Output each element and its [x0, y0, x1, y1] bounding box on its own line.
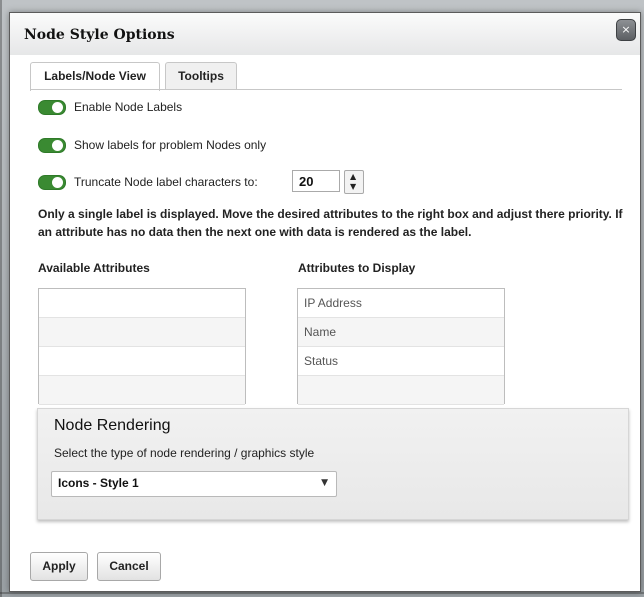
truncate-characters-spinner: 20 ▲ ▼	[292, 170, 364, 194]
close-icon: ×	[621, 23, 631, 36]
toggle-knob	[52, 101, 63, 113]
tab-tooltips[interactable]: Tooltips	[165, 62, 237, 90]
list-item[interactable]	[298, 376, 504, 405]
spinner-up-icon[interactable]: ▲	[350, 172, 356, 181]
problem-nodes-only-row: Show labels for problem Nodes only	[38, 137, 266, 153]
list-item[interactable]	[39, 289, 245, 318]
node-rendering-subtext: Select the type of node rendering / grap…	[54, 446, 315, 460]
rendering-style-value: Icons - Style 1	[58, 476, 139, 490]
truncate-characters-input[interactable]: 20	[292, 170, 340, 192]
tab-labels-node-view[interactable]: Labels/Node View	[30, 62, 160, 91]
toggle-knob	[52, 176, 63, 188]
list-item[interactable]	[39, 376, 245, 405]
spinner-buttons: ▲ ▼	[344, 170, 364, 194]
cancel-button[interactable]: Cancel	[97, 552, 161, 581]
toggle-knob	[52, 139, 63, 151]
attributes-to-display-label: Attributes to Display	[298, 261, 416, 275]
node-rendering-heading: Node Rendering	[54, 417, 171, 434]
dialog-title-bar: Node Style Options ×	[10, 13, 640, 55]
truncate-labels-row: Truncate Node label characters to:	[38, 174, 258, 190]
problem-nodes-only-label: Show labels for problem Nodes only	[74, 138, 267, 152]
rendering-style-select[interactable]: Icons - Style 1 ▼	[51, 471, 337, 497]
dialog-title: Node Style Options	[24, 27, 175, 43]
tab-label: Labels/Node View	[44, 69, 146, 83]
tab-label: Tooltips	[178, 69, 224, 83]
available-attributes-label: Available Attributes	[38, 261, 150, 275]
apply-button[interactable]: Apply	[30, 552, 88, 581]
close-button[interactable]: ×	[616, 19, 636, 41]
problem-nodes-only-toggle[interactable]	[38, 137, 66, 153]
list-item[interactable]	[39, 347, 245, 376]
background-line	[0, 592, 644, 594]
tab-divider	[30, 89, 622, 90]
truncate-labels-label: Truncate Node label characters to:	[74, 175, 258, 189]
enable-node-labels-toggle[interactable]	[38, 99, 66, 115]
label-priority-description: Only a single label is displayed. Move t…	[38, 207, 623, 239]
list-item[interactable]: Name	[298, 318, 504, 347]
background-line	[0, 0, 2, 597]
node-style-options-dialog: Node Style Options × Labels/Node View To…	[9, 12, 641, 592]
enable-node-labels-label: Enable Node Labels	[74, 100, 183, 114]
list-item[interactable]: IP Address	[298, 289, 504, 318]
attributes-to-display-list[interactable]: IP Address Name Status	[297, 288, 505, 405]
list-item[interactable]: Status	[298, 347, 504, 376]
list-item[interactable]	[39, 318, 245, 347]
spinner-down-icon[interactable]: ▼	[350, 182, 356, 191]
truncate-labels-toggle[interactable]	[38, 174, 66, 190]
enable-node-labels-row: Enable Node Labels	[38, 99, 182, 115]
node-rendering-panel: Node Rendering Select the type of node r…	[37, 408, 629, 520]
chevron-down-icon: ▼	[321, 478, 328, 488]
available-attributes-list[interactable]	[38, 288, 246, 405]
